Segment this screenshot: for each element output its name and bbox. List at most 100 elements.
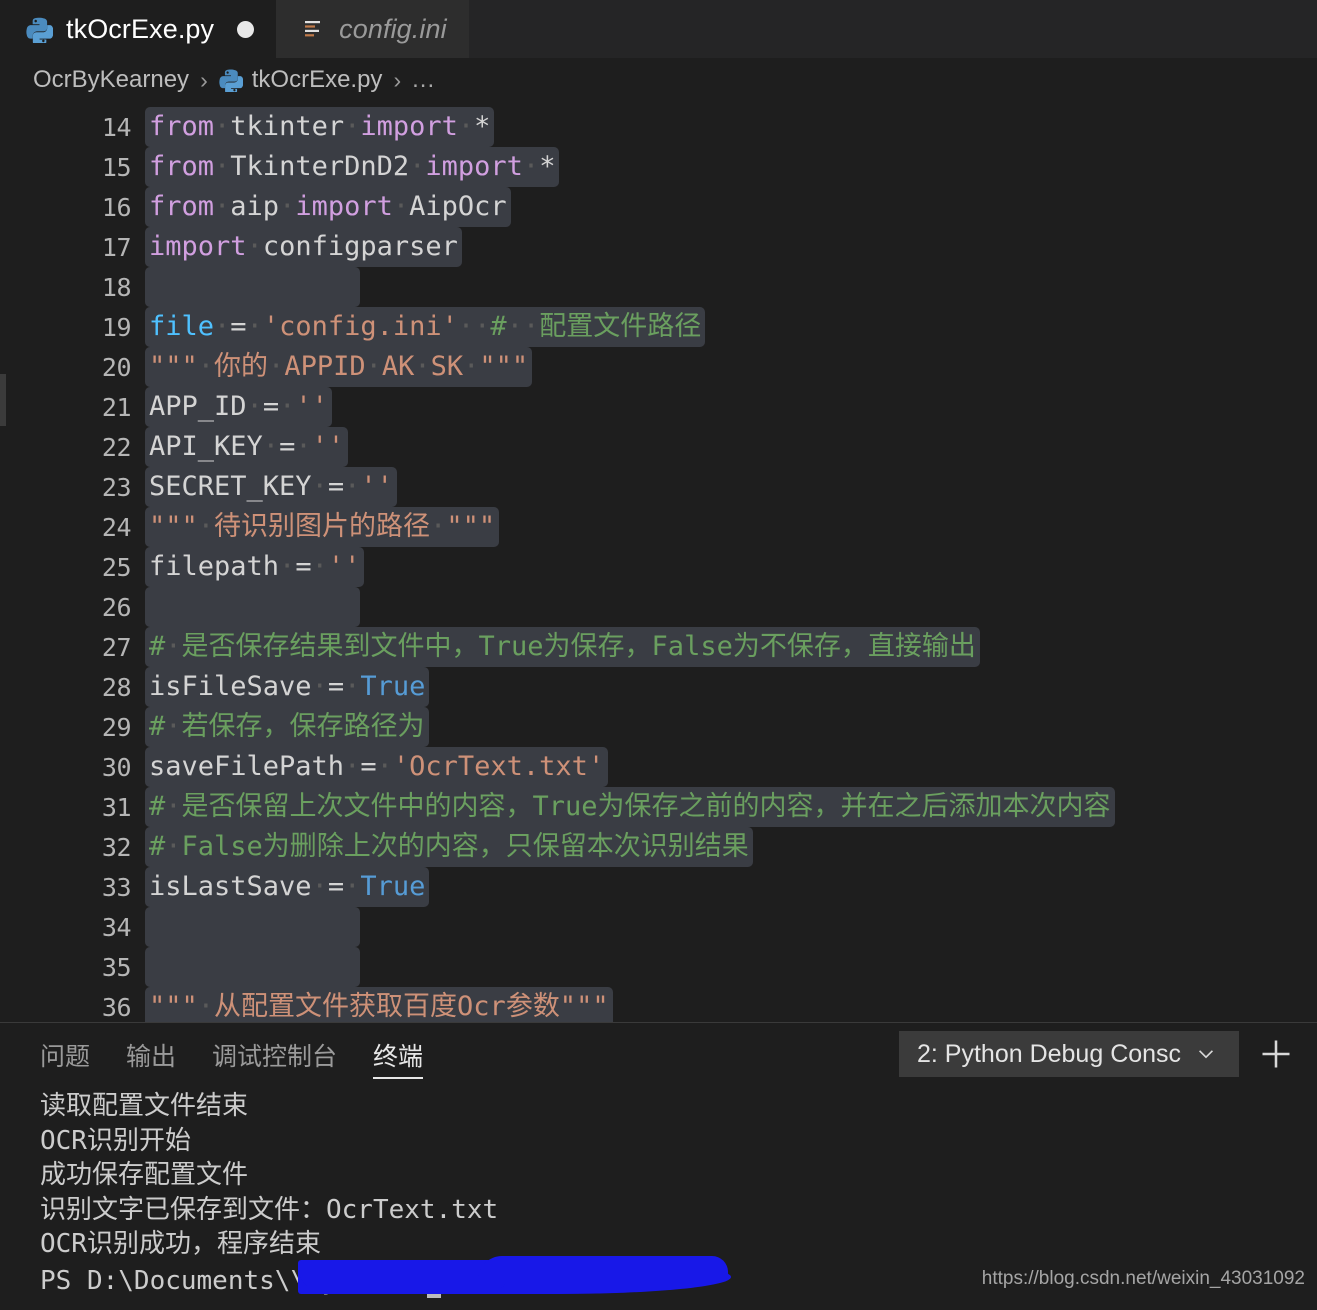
selection-highlight: API_KEY·=·'' bbox=[145, 427, 349, 467]
token-ws: · bbox=[165, 831, 182, 862]
line-number: 36 bbox=[101, 992, 132, 1022]
token-ws: ·· bbox=[506, 311, 540, 342]
tab-tkOcrExe-py[interactable]: tkOcrExe.py bbox=[0, 0, 277, 58]
tab-config-ini[interactable]: config.ini bbox=[276, 0, 469, 58]
token-cmt: # bbox=[149, 631, 166, 662]
code-text: """·从配置文件获取百度Ocr参数""" bbox=[145, 987, 613, 1022]
token-ws: · bbox=[430, 511, 447, 542]
token-var: file bbox=[149, 311, 215, 342]
token-kw: import bbox=[149, 231, 247, 262]
selection-highlight: import·configparser bbox=[145, 227, 462, 267]
token-id: saveFilePath bbox=[149, 751, 345, 782]
code-text: from·aip·import·AipOcr bbox=[145, 187, 511, 227]
line-number: 15 bbox=[101, 152, 132, 182]
token-cmt: # bbox=[149, 831, 166, 862]
code-text: saveFilePath·=·'OcrText.txt' bbox=[145, 747, 609, 787]
selection-highlight: from·tkinter·import·* bbox=[145, 107, 495, 147]
token-ws: · bbox=[409, 151, 426, 182]
token-ws: · bbox=[311, 471, 328, 502]
panel-tab-list: 问题 输出 调试控制台 终端 bbox=[40, 1023, 424, 1085]
token-star: * bbox=[539, 151, 556, 182]
line-number: 30 bbox=[101, 752, 132, 782]
token-op: = bbox=[279, 431, 296, 462]
panel-tab-0[interactable]: 问题 bbox=[40, 1023, 90, 1085]
token-ws: · bbox=[344, 111, 361, 142]
breadcrumb-folder[interactable]: OcrByKearney bbox=[33, 66, 189, 94]
selection-highlight bbox=[145, 907, 360, 947]
token-id: SECRET_KEY bbox=[149, 471, 312, 502]
token-id: tkinter bbox=[230, 111, 345, 142]
code-line: 32 #·False为删除上次的内容，只保留本次识别结果 bbox=[0, 827, 1317, 867]
code-line: 35 bbox=[0, 947, 1317, 987]
token-str: 'OcrText.txt' bbox=[392, 751, 605, 782]
terminal-selector-dropdown[interactable]: 2: Python Debug Consc bbox=[899, 1031, 1239, 1077]
line-number: 35 bbox=[101, 952, 132, 982]
token-bool: True bbox=[360, 671, 426, 702]
python-icon bbox=[26, 16, 54, 46]
code-line: 18 bbox=[0, 267, 1317, 307]
code-line: 24 """·待识别图片的路径·""" bbox=[0, 507, 1317, 547]
selection-highlight: #·是否保存结果到文件中，True为保存，False为不保存，直接输出 bbox=[145, 627, 980, 667]
code-text bbox=[145, 267, 360, 307]
selection-highlight: file·=·'config.ini'··#··配置文件路径 bbox=[145, 307, 706, 347]
panel-tab-2[interactable]: 调试控制台 bbox=[212, 1023, 337, 1085]
token-kw: import bbox=[360, 111, 458, 142]
line-number: 33 bbox=[101, 872, 132, 902]
code-text bbox=[145, 587, 360, 627]
selection-highlight bbox=[145, 587, 360, 627]
token-cmt: # bbox=[149, 711, 166, 742]
token-ws: · bbox=[197, 991, 215, 1022]
line-number: 26 bbox=[101, 592, 132, 622]
token-str: '' bbox=[295, 391, 328, 422]
token-id: configparser bbox=[262, 231, 458, 262]
code-line: 17 import·configparser bbox=[0, 227, 1317, 267]
token-str: """ bbox=[149, 991, 198, 1022]
code-line: 25 filepath·=·'' bbox=[0, 547, 1317, 587]
code-line: 36 """·从配置文件获取百度Ocr参数""" bbox=[0, 987, 1317, 1022]
code-line: 23 SECRET_KEY·=·'' bbox=[0, 467, 1317, 507]
selection-highlight: APP_ID·=·'' bbox=[145, 387, 332, 427]
code-text: from·TkinterDnD2·import·* bbox=[145, 147, 560, 187]
panel-tab-3[interactable]: 终端 bbox=[373, 1023, 424, 1085]
breadcrumb-symbol-ellipsis[interactable]: ... bbox=[412, 66, 435, 94]
selection-highlight: #·若保存，保存路径为 bbox=[145, 707, 429, 747]
token-str: APPID bbox=[284, 351, 366, 382]
token-cmt: 是否保留上次文件中的内容，True为保存之前的内容，并在之后添加本次内容 bbox=[181, 791, 1111, 822]
token-str: '' bbox=[311, 431, 345, 462]
code-text: filepath·=·'' bbox=[145, 547, 365, 587]
selection-highlight bbox=[145, 947, 360, 987]
token-ws: · bbox=[214, 151, 231, 182]
panel-tab-1[interactable]: 输出 bbox=[126, 1023, 176, 1085]
selection-highlight: """·从配置文件获取百度Ocr参数""" bbox=[145, 987, 613, 1022]
code-text: """·待识别图片的路径·""" bbox=[145, 507, 500, 547]
token-star: * bbox=[474, 111, 491, 142]
token-id: isFileSave bbox=[149, 671, 312, 702]
token-ws: ·· bbox=[457, 311, 491, 342]
chevron-down-icon bbox=[1195, 1043, 1217, 1065]
token-kw: from bbox=[149, 151, 215, 182]
code-text: """·你的·APPID·AK·SK·""" bbox=[145, 347, 533, 387]
new-terminal-button[interactable] bbox=[1253, 1031, 1299, 1077]
token-ws: · bbox=[311, 551, 328, 582]
token-op: = bbox=[295, 551, 312, 582]
token-ws: · bbox=[392, 191, 410, 222]
selection-highlight: saveFilePath·=·'OcrText.txt' bbox=[145, 747, 609, 787]
code-line: 31 #·是否保留上次文件中的内容，True为保存之前的内容，并在之后添加本次内容 bbox=[0, 787, 1317, 827]
code-line: 14 from·tkinter·import·* bbox=[0, 107, 1317, 147]
token-cmt: 若保存，保存路径为 bbox=[181, 711, 425, 742]
breadcrumb-file[interactable]: tkOcrExe.py bbox=[252, 66, 383, 94]
line-number: 31 bbox=[101, 792, 132, 822]
code-line: 22 API_KEY·=·'' bbox=[0, 427, 1317, 467]
code-text: file·=·'config.ini'··#··配置文件路径 bbox=[145, 307, 706, 347]
code-editor[interactable]: 14 from·tkinter·import·* 15 from·TkinterDnD… bbox=[0, 102, 1317, 1022]
token-ws: · bbox=[344, 671, 361, 702]
token-ws: · bbox=[295, 431, 312, 462]
line-number: 34 bbox=[101, 912, 132, 942]
token-ws: · bbox=[311, 871, 328, 902]
token-cmt: # bbox=[490, 311, 507, 342]
python-icon bbox=[219, 68, 244, 95]
token-str: 从配置文件获取百度Ocr参数""" bbox=[214, 991, 609, 1022]
line-number: 24 bbox=[101, 512, 132, 542]
token-str: SK bbox=[430, 351, 464, 382]
token-ws: · bbox=[344, 871, 361, 902]
